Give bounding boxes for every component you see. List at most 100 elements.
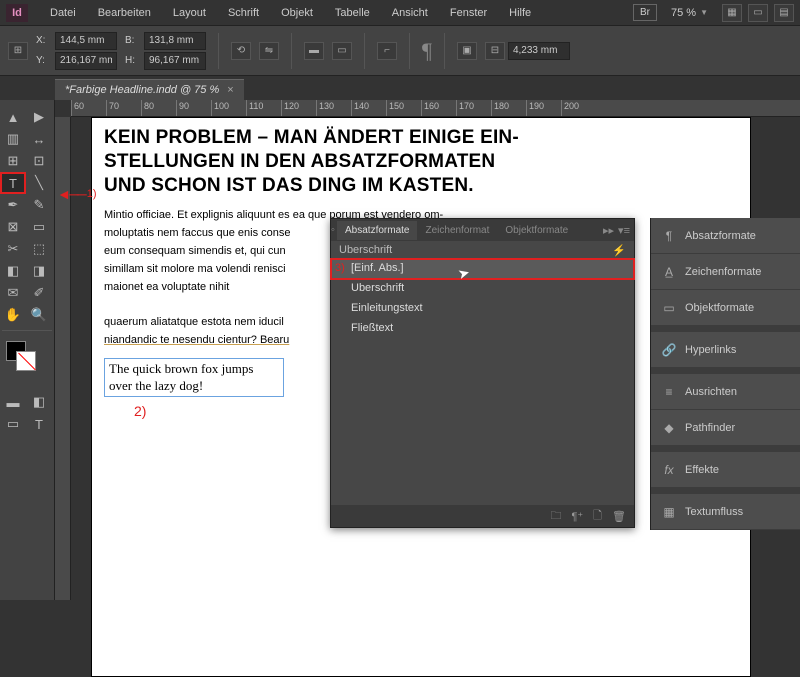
fill-stroke-swatch[interactable] [0,339,54,383]
direct-selection-tool[interactable]: ▶ [26,106,52,128]
menu-objekt[interactable]: Objekt [271,3,323,23]
paragraph-styles-panel[interactable]: ◦ Absatzformate Zeichenformat Objektform… [330,218,635,528]
apply-color-icon[interactable]: ▬ [0,391,26,413]
stroke-swatch[interactable] [16,351,36,371]
close-tab-icon[interactable]: × [227,84,233,96]
stroke-weight-input[interactable] [508,42,570,60]
pen-tool[interactable]: ✒ [0,194,26,216]
y-input[interactable] [55,52,117,70]
apply-gradient-icon[interactable]: ◧ [26,391,52,413]
rotate-icon[interactable]: ⟲ [231,42,251,60]
h-input[interactable] [144,52,206,70]
body-line-underlined: niandandic te nesendu cientur? Bearu [104,334,289,346]
formatting-affects-text-icon[interactable]: T [26,413,52,435]
collapse-icon[interactable]: ▸▸ [603,224,614,237]
w-label: B: [125,35,141,46]
menu-layout[interactable]: Layout [163,3,216,23]
menu-fenster[interactable]: Fenster [440,3,497,23]
paragraph-format-icon[interactable]: ¶ [422,38,432,64]
hand-tool[interactable]: ✋ [0,304,26,326]
dock-ausrichten[interactable]: ≡Ausrichten [651,374,800,410]
free-transform-tool[interactable]: ⬚ [26,238,52,260]
corner-icon[interactable]: ⌐ [377,42,397,60]
dock-textumfluss[interactable]: ▦Textumfluss [651,494,800,530]
gradient-feather-tool[interactable]: ◨ [26,260,52,282]
dock-objektformate[interactable]: ▭Objektformate [651,290,800,326]
eyedropper-tool[interactable]: ✐ [26,282,52,304]
w-input[interactable] [144,32,206,50]
folder-icon[interactable]: 🗀 [550,507,561,526]
style-fliesstext[interactable]: Fließtext [331,319,634,339]
document-tab[interactable]: *Farbige Headline.indd @ 75 % × [55,79,244,100]
gap-tool[interactable]: ↔ [26,128,52,150]
ruler-tick: 70 [106,100,141,117]
menu-schrift[interactable]: Schrift [218,3,269,23]
style-uberschrift[interactable]: Uberschrift [331,279,634,299]
type-tool[interactable]: T [0,172,26,194]
gradient-swatch-tool[interactable]: ◧ [0,260,26,282]
ruler-tick: 190 [526,100,561,117]
view-options-icon[interactable]: ▦ [722,4,742,22]
style-basic-paragraph[interactable]: [Einf. Abs.] [331,259,634,279]
dock-effekte[interactable]: fxEffekte [651,452,800,488]
menu-ansicht[interactable]: Ansicht [382,3,438,23]
delete-style-icon[interactable]: 🗑 [612,510,626,523]
selection-tool[interactable]: ▲ [0,106,26,128]
text-wrap-icon[interactable]: ▣ [457,42,477,60]
pencil-tool[interactable]: ✎ [26,194,52,216]
annotation-1: 1) [57,186,96,202]
stroke-icon[interactable]: ▭ [332,42,352,60]
ruler-tick: 200 [561,100,596,117]
fill-icon[interactable]: ▬ [304,42,324,60]
arrange-icon[interactable]: ▤ [774,4,794,22]
clear-override-icon[interactable]: ⚡ [612,244,626,255]
current-style-label: Uberschrift [339,244,392,255]
body-line: maionet ea voluptate nihit [104,281,229,293]
menu-datei[interactable]: Datei [40,3,86,23]
content-collector-tool[interactable]: ⊞ [0,150,26,172]
dock-absatzformate[interactable]: ¶Absatzformate [651,218,800,254]
dock-zeichenformate[interactable]: A̲Zeichenformate [651,254,800,290]
control-panel: ⊞ X: Y: B: H: ⟲ ⇋ ▬ ▭ ⌐ ¶ ▣ ⊟ [0,26,800,76]
note-tool[interactable]: ✉ [0,282,26,304]
screen-mode-icon[interactable]: ▭ [748,4,768,22]
content-placer-tool[interactable]: ⊡ [26,150,52,172]
headline-text[interactable]: KEIN PROBLEM – MAN ÄNDERT EINIGE EIN- ST… [104,126,738,197]
x-input[interactable] [55,32,117,50]
ruler-tick: 170 [456,100,491,117]
panel-menu-icon[interactable]: ▾≡ [618,224,630,237]
menu-tabelle[interactable]: Tabelle [325,3,380,23]
rectangle-tool[interactable]: ▭ [26,216,52,238]
character-icon: A̲ [661,264,677,280]
tab-zeichenformat[interactable]: Zeichenformat [417,221,497,240]
zoom-level[interactable]: 75 %▼ [663,5,716,21]
tab-objektformate[interactable]: Objektformate [497,221,576,240]
document-tabbar: *Farbige Headline.indd @ 75 % × [0,76,800,100]
reference-point-icon[interactable]: ⊞ [8,42,28,60]
menu-bearbeiten[interactable]: Bearbeiten [88,3,161,23]
paragraph-icon: ¶ [661,228,677,244]
ruler-tick: 180 [491,100,526,117]
tab-absatzformate[interactable]: Absatzformate [337,221,417,240]
new-style-icon[interactable]: 🗋 [593,507,602,526]
zoom-tool[interactable]: 🔍 [26,304,52,326]
dock-label: Textumfluss [685,506,743,518]
rectangle-frame-tool[interactable]: ⊠ [0,216,26,238]
flip-h-icon[interactable]: ⇋ [259,42,279,60]
sample-text-frame[interactable]: The quick brown fox jumps over the lazy … [104,358,284,398]
ruler-tick: 60 [71,100,106,117]
horizontal-ruler[interactable]: 60 70 80 90 100 110 120 130 140 150 160 … [71,100,800,117]
normal-view-icon[interactable]: ▭ [0,413,26,435]
ruler-tick: 130 [316,100,351,117]
page-tool[interactable]: ▥ [0,128,26,150]
style-einleitungstext[interactable]: Einleitungstext [331,299,634,319]
dock-label: Ausrichten [685,386,737,398]
menu-hilfe[interactable]: Hilfe [499,3,541,23]
line-tool[interactable]: ╲ [26,172,52,194]
clear-icon[interactable]: ¶⁺ [571,510,583,523]
dock-pathfinder[interactable]: ◆Pathfinder [651,410,800,446]
ruler-tick: 120 [281,100,316,117]
dock-hyperlinks[interactable]: 🔗Hyperlinks [651,332,800,368]
scissors-tool[interactable]: ✂ [0,238,26,260]
bridge-button[interactable]: Br [633,4,657,21]
